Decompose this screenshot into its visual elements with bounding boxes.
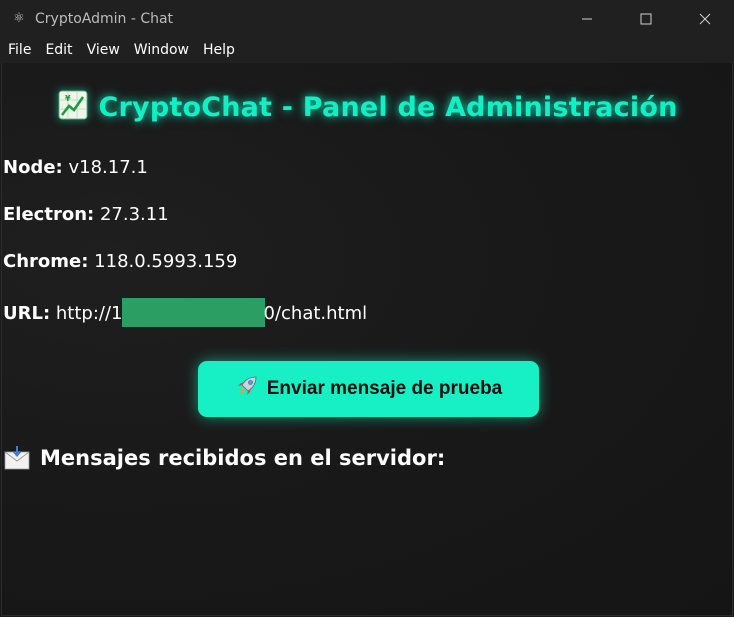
window-controls	[557, 0, 734, 38]
electron-icon: ⚛	[13, 11, 25, 26]
send-button-label: Enviar mensaje de prueba	[266, 378, 503, 399]
url-prefix: http://1	[55, 303, 123, 324]
minimize-button[interactable]	[557, 0, 616, 38]
url-suffix: 0/chat.html	[263, 303, 368, 324]
redaction-block	[121, 298, 265, 327]
url-label: URL:	[3, 303, 51, 324]
electron-value: 27.3.11	[99, 204, 169, 225]
messages-section-title: Mensajes recibidos en el servidor:	[4, 446, 445, 470]
electron-version-line: Electron: 27.3.11	[3, 204, 169, 225]
maximize-icon	[640, 13, 651, 25]
envelope-icon	[4, 446, 30, 470]
electron-label: Electron:	[3, 204, 95, 225]
page-title-text: CryptoChat - Panel de Administración	[98, 92, 678, 123]
menu-edit[interactable]: Edit	[38, 38, 79, 63]
menu-bar: File Edit View Window Help	[0, 38, 734, 63]
minimize-icon	[581, 18, 592, 20]
app-content: ¥ CryptoChat - Panel de Administración N…	[1, 63, 733, 616]
menu-file[interactable]: File	[1, 38, 38, 63]
node-value: v18.17.1	[68, 157, 148, 178]
node-version-line: Node: v18.17.1	[3, 157, 148, 178]
chrome-version-line: Chrome: 118.0.5993.159	[3, 251, 237, 272]
node-label: Node:	[3, 157, 63, 178]
menu-view[interactable]: View	[80, 38, 127, 63]
menu-window[interactable]: Window	[127, 38, 196, 63]
menu-help[interactable]: Help	[196, 38, 242, 63]
title-bar: ⚛ CryptoAdmin - Chat	[0, 0, 734, 38]
rocket-icon	[235, 374, 259, 404]
url-line: URL: http://1 0/chat.html	[3, 298, 367, 327]
svg-text:¥: ¥	[65, 94, 71, 103]
chrome-label: Chrome:	[3, 251, 89, 272]
send-test-message-button[interactable]: Enviar mensaje de prueba	[198, 361, 539, 417]
maximize-button[interactable]	[616, 0, 675, 38]
window-title: CryptoAdmin - Chat	[35, 11, 174, 27]
page-title: ¥ CryptoChat - Panel de Administración	[2, 90, 734, 123]
messages-section-title-text: Mensajes recibidos en el servidor:	[40, 446, 446, 470]
close-button[interactable]	[675, 0, 734, 38]
chart-increasing-icon: ¥	[58, 90, 89, 120]
close-icon	[699, 13, 710, 25]
chrome-value: 118.0.5993.159	[94, 251, 238, 272]
